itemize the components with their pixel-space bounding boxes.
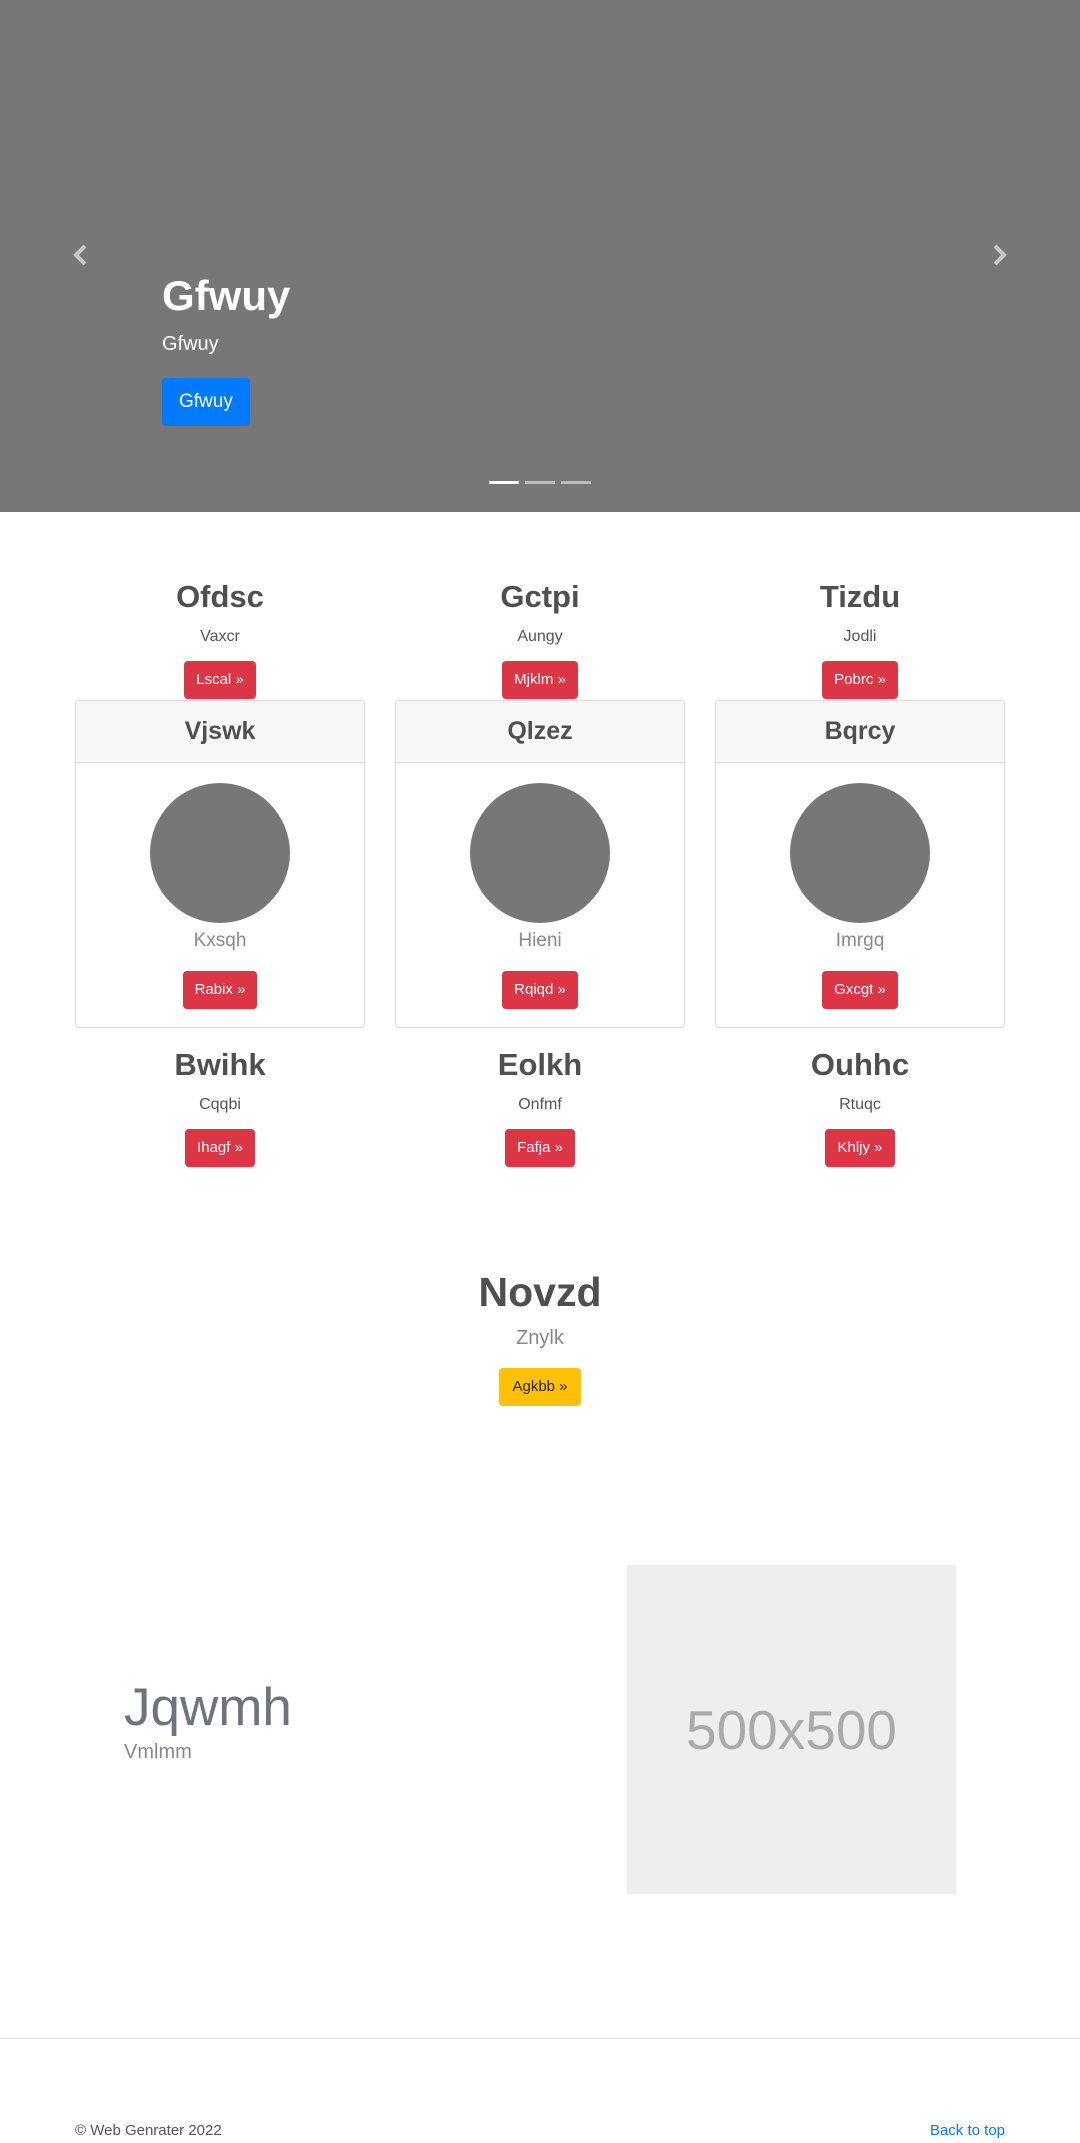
feature-button[interactable]: Lscal »	[184, 661, 256, 699]
feature-subtitle: Aungy	[517, 628, 563, 645]
carousel-indicator[interactable]	[525, 481, 555, 484]
card-text: Kxsqh	[193, 930, 247, 951]
chevron-left-icon	[73, 244, 87, 266]
section-button[interactable]: Agkbb »	[499, 1368, 581, 1406]
carousel-next-button[interactable]	[984, 240, 1014, 270]
section-title: Novzd	[478, 1269, 602, 1315]
avatar	[150, 783, 290, 923]
center-section: Novzd Znylk Agkbb »	[0, 1266, 1080, 1406]
feature-column: Bwihk Cqqbi Ihagf »	[75, 1045, 365, 1167]
hero-carousel: Gfwuy Gfwuy Gfwuy	[0, 0, 1080, 512]
feature-button[interactable]: Ihagf »	[185, 1129, 255, 1167]
carousel-indicator[interactable]	[561, 481, 591, 484]
card-button[interactable]: Rqiqd »	[502, 971, 578, 1009]
placeholder-label: 500x500	[685, 1698, 898, 1761]
carousel-cta-button[interactable]: Gfwuy	[162, 378, 250, 426]
feature-title: Ofdsc	[176, 579, 264, 614]
card-text: Hieni	[518, 930, 562, 951]
card-text: Imrgq	[835, 930, 885, 951]
feature-title: Tizdu	[819, 579, 901, 614]
feature-button[interactable]: Pobrc »	[822, 661, 898, 699]
card-header: Bqrcy	[716, 701, 1004, 763]
feature-title: Bwihk	[174, 1047, 266, 1082]
feature-column: Gctpi Aungy Mjklm »	[395, 577, 685, 699]
carousel-indicators	[489, 481, 591, 484]
card-button[interactable]: Rabix »	[182, 971, 258, 1009]
feature-title: Gctpi	[500, 579, 580, 614]
footer-divider	[0, 2038, 1080, 2039]
feature-column: Ofdsc Vaxcr Lscal »	[75, 577, 365, 699]
carousel-prev-button[interactable]	[66, 240, 96, 270]
profile-card: Qlzez Hieni Rqiqd »	[395, 700, 685, 1028]
avatar	[790, 783, 930, 923]
feature-subtitle: Onfmf	[518, 1096, 562, 1113]
feature-column: Tizdu Jodli Pobrc »	[715, 577, 1005, 699]
carousel-title: Gfwuy	[162, 272, 291, 319]
feature-title: Eolkh	[497, 1047, 583, 1082]
carousel-caption: Gfwuy Gfwuy Gfwuy	[162, 270, 290, 426]
feature-button[interactable]: Khljy »	[825, 1129, 895, 1167]
section-subtitle: Znylk	[516, 1327, 564, 1349]
chevron-right-icon	[993, 244, 1007, 266]
feature-subtitle: Rtuqc	[839, 1096, 881, 1113]
back-to-top-link[interactable]: Back to top	[930, 2122, 1005, 2140]
profile-card: Bqrcy Imrgq Gxcgt »	[715, 700, 1005, 1028]
carousel-text: Gfwuy	[162, 333, 219, 355]
carousel-indicator[interactable]	[489, 481, 519, 484]
card-header: Vjswk	[76, 701, 364, 763]
feature-column: Ouhhc Rtuqc Khljy »	[715, 1045, 1005, 1167]
feature-column: Eolkh Onfmf Fafja »	[395, 1045, 685, 1167]
promo-title: Jqwmh	[124, 1678, 292, 1737]
feature-subtitle: Vaxcr	[200, 628, 240, 645]
feature-subtitle: Jodli	[843, 628, 877, 645]
profile-card: Vjswk Kxsqh Rabix »	[75, 700, 365, 1028]
feature-title: Ouhhc	[810, 1047, 910, 1082]
card-header: Qlzez	[396, 701, 684, 763]
placeholder-image: 500x500	[627, 1565, 956, 1894]
feature-button[interactable]: Mjklm »	[502, 661, 578, 699]
promo-subtitle: Vmlmm	[124, 1741, 192, 1763]
feature-button[interactable]: Fafja »	[505, 1129, 575, 1167]
footer-copyright: © Web Genrater 2022	[75, 2122, 222, 2139]
avatar	[470, 783, 610, 923]
feature-subtitle: Cqqbi	[199, 1096, 241, 1113]
card-button[interactable]: Gxcgt »	[822, 971, 898, 1009]
